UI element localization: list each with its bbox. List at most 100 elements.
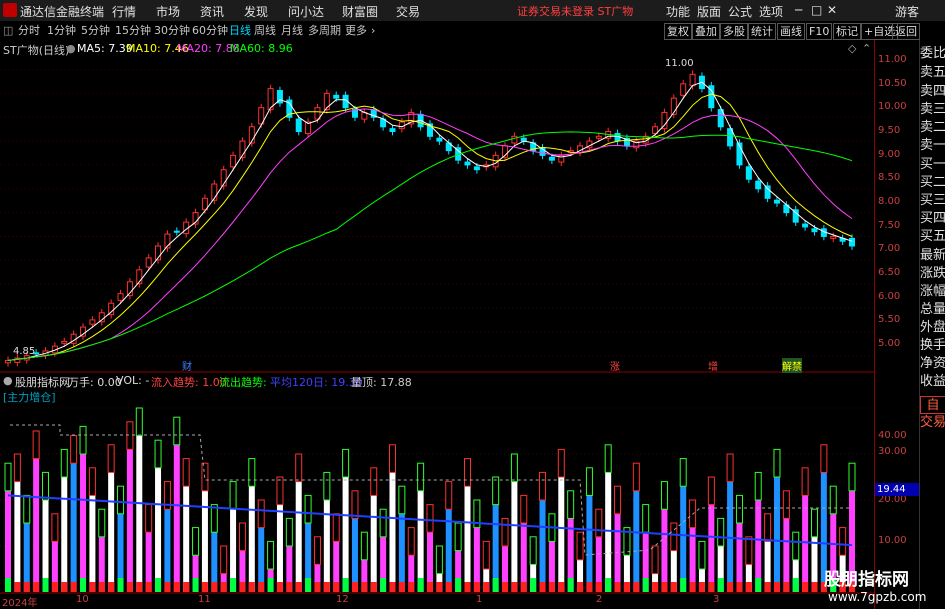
quote-side-menu: 委比 卖五 卖四 卖三 卖二 卖一 买一 买二 买三 买四 买五 最新 涨跌 涨… [919,40,945,609]
avg120-value: 平均120日: 19.30 [270,376,363,389]
outflow-value: 流出趋势: - [219,376,275,389]
indicator-bar [417,490,424,592]
menu-ask[interactable]: 问小达 [288,3,324,20]
side-volume[interactable]: 总量 [920,301,945,319]
guest-label[interactable]: 游客 [895,3,919,20]
menu-layout[interactable]: 版面 [697,3,721,20]
menu-options[interactable]: 选项 [759,3,783,20]
side-earnings[interactable]: 收益 [920,373,945,391]
event-increase[interactable]: 增 [708,358,718,373]
event-limit-up[interactable]: 涨 [610,358,620,373]
overlay-button[interactable]: 叠加 [692,23,720,40]
candle-body [689,73,696,87]
mark-button[interactable]: 标记 [833,23,861,40]
indicator-bar [173,444,180,592]
side-change-pct[interactable]: 涨幅 [920,283,945,301]
side-buy4[interactable]: 买四 [920,210,945,228]
stats-button[interactable]: 统计 [748,23,776,40]
menu-function[interactable]: 功能 [666,3,690,20]
period-30min[interactable]: 30分钟 [154,22,190,40]
event-unlock[interactable]: 解禁 [782,358,802,373]
side-sell5[interactable]: 卖五 [920,64,945,82]
indicator-outline [745,536,753,565]
kline-chart[interactable] [0,40,874,609]
flow-bar [689,582,696,592]
period-monthly[interactable]: 月线 [281,22,303,40]
indicator-bar [295,481,302,592]
indicator-outline [426,504,434,533]
flow-bar [248,582,255,592]
indicator-outline [313,536,321,565]
more-chevron-icon[interactable]: › [371,22,375,40]
flow-bar [80,578,87,592]
adjust-button[interactable]: 复权 [664,23,692,40]
maximize-button[interactable]: □ [811,3,822,17]
close-button[interactable]: ✕ [827,3,837,17]
period-daily[interactable]: 日线 [229,22,251,40]
side-sell2[interactable]: 卖二 [920,119,945,137]
period-5min[interactable]: 5分钟 [81,22,110,40]
side-weibi[interactable]: 委比 [920,45,945,63]
menu-discover[interactable]: 发现 [244,3,268,20]
period-multi[interactable]: 多周期 [308,22,341,40]
side-buy1[interactable]: 买一 [920,156,945,174]
price-tick: 6.00 [878,291,901,302]
indicator-outline [510,453,518,483]
indicator-bar [539,500,546,592]
period-more[interactable]: 更多 [345,22,367,40]
candle-body [5,359,11,364]
legend-dot-icon: ● [66,42,76,55]
side-sell3[interactable]: 卖三 [920,101,945,119]
indicator-bar [802,495,809,592]
draw-line-button[interactable]: 画线 [777,23,805,40]
side-outer[interactable]: 外盘 [920,319,945,337]
menu-market[interactable]: 行情 [112,3,136,20]
indicator-outline [726,453,734,483]
toolbar-toggle-icon[interactable]: ◫ [3,22,13,40]
collapse-up-icon[interactable]: ⌃ [862,42,871,55]
period-15min[interactable]: 15分钟 [115,22,151,40]
menu-market-list[interactable]: 市场 [156,3,180,20]
flow-bar [267,578,274,592]
side-sell1[interactable]: 卖一 [920,137,945,155]
f10-button[interactable]: F10 [806,23,833,40]
period-1min[interactable]: 1分钟 [47,22,76,40]
side-trade[interactable]: 交易 [920,414,945,432]
back-button[interactable]: 返回 [892,23,920,40]
period-60min[interactable]: 60分钟 [192,22,228,40]
minimize-button[interactable]: ─ [795,3,802,17]
multi-stock-button[interactable]: 多股 [720,23,748,40]
flow-bar [567,578,574,592]
indicator-bar [61,477,68,592]
side-auto[interactable]: 自动 [920,396,945,414]
side-buy2[interactable]: 买二 [920,174,945,192]
side-sell4[interactable]: 卖四 [920,83,945,101]
side-change[interactable]: 涨跌 [920,265,945,283]
inflow-value: 流入趋势: 1.00 [151,376,227,389]
menu-trade[interactable]: 交易 [396,3,420,20]
date-tick: 3 [713,594,720,605]
flow-bar [108,582,115,592]
side-buy5[interactable]: 买五 [920,228,945,246]
indicator-outline [585,467,593,496]
candle-body [61,340,68,344]
side-turnover[interactable]: 换手 [920,337,945,355]
menu-formula[interactable]: 公式 [728,3,752,20]
settings-diamond-icon[interactable]: ◇ [848,42,856,55]
menu-wealth[interactable]: 财富圈 [342,3,378,20]
candle-body [398,121,405,130]
menu-news[interactable]: 资讯 [200,3,224,20]
indicator-outline [323,471,331,501]
flow-bar [717,578,724,592]
side-net-asset[interactable]: 净资 [920,355,945,373]
indicator-name[interactable]: 股朋指标网 [15,374,70,390]
flow-bar [520,582,527,592]
price-tick: 11.00 [878,54,907,65]
side-latest[interactable]: 最新 [920,247,945,265]
period-timeshare[interactable]: 分时 [18,22,40,40]
period-weekly[interactable]: 周线 [254,22,276,40]
event-earnings[interactable]: 财 [182,358,192,373]
flow-bar [511,582,518,592]
flow-bar [389,582,396,592]
side-buy3[interactable]: 买三 [920,192,945,210]
